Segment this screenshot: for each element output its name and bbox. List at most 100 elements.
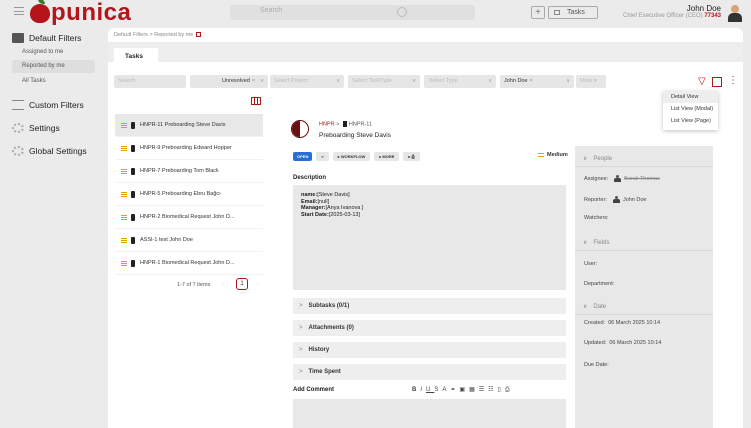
user-role: Chief Executive Officer (CEO) 77343 — [623, 13, 721, 19]
bullet-list-icon[interactable]: ☰ — [479, 387, 488, 393]
avatar[interactable] — [727, 5, 743, 22]
description-label: Description — [293, 175, 327, 181]
reporter-row: Reporter: John Doe — [584, 196, 647, 203]
date-header[interactable]: ∨ Date — [583, 303, 612, 310]
sidebar-item-all-tasks[interactable]: All Tasks — [0, 75, 95, 88]
tasks-button-label: Tasks — [567, 9, 585, 16]
reporter-value[interactable]: John Doe — [623, 197, 647, 203]
task-title[interactable]: Preboarding Steve Davis — [319, 132, 391, 139]
task-list-icon — [554, 10, 560, 15]
project-link[interactable]: HNPR — [319, 121, 335, 127]
table-icon[interactable]: ▦ — [469, 387, 479, 393]
list-item[interactable]: ASSI-1 test John Doe — [115, 229, 263, 252]
assignee-row: Assignee: Barak Thomas — [584, 175, 660, 182]
sidebar-item-assigned-to-me[interactable]: Assigned to me — [0, 46, 95, 59]
next-page-icon[interactable]: › — [257, 281, 259, 287]
top-bar: punica Search + Tasks John Doe Chief Exe… — [0, 0, 751, 26]
status-badge[interactable]: OPEN — [293, 152, 313, 161]
filter-edit-icon[interactable] — [196, 32, 202, 38]
view-toggle-icon[interactable] — [712, 77, 722, 87]
sidebar-settings[interactable]: Settings — [0, 120, 105, 136]
sidebar-item-label: Custom Filters — [29, 100, 84, 110]
sidebar-item-reported-by-me[interactable]: Reported by me — [12, 60, 95, 73]
tab-bar: Tasks — [108, 42, 743, 64]
menu-item-list-view-page[interactable]: List View (Page) — [663, 115, 718, 127]
workflow-button[interactable]: ▸ WORKFLOW — [332, 152, 371, 161]
task-search-input[interactable]: Search — [114, 75, 186, 88]
file-icon[interactable]: ▯ — [498, 387, 505, 393]
next-step-button[interactable]: > — [316, 152, 329, 161]
menu-item-detail-view[interactable]: Detail View — [663, 91, 718, 103]
sidebar-item-label: Global Settings — [29, 146, 87, 156]
global-search-input[interactable]: Search — [230, 5, 475, 20]
task-title: HNPR-5 Preboarding Ebru Bağcı — [140, 191, 221, 197]
task-title: HNPR-11 Preboarding Steve Davis — [140, 122, 226, 128]
search-icon[interactable] — [397, 7, 407, 17]
task-title: HNPR-7 Preboarding Tom Black — [140, 168, 219, 174]
due-date-row[interactable]: Due Date: — [584, 362, 609, 368]
logo-text: punica — [51, 0, 132, 26]
details-panel: ∨ People Assignee: Barak Thomas Reporter: J… — [575, 146, 713, 428]
sidebar-default-filters[interactable]: Default Filters — [0, 30, 105, 46]
more-button[interactable]: ▸ MORE — [374, 152, 400, 161]
menu-item-list-view-modal[interactable]: List View (Modal) — [663, 103, 718, 115]
task-title: ASSI-1 test John Doe — [140, 237, 193, 243]
medium-priority-icon — [121, 260, 127, 266]
device-icon — [131, 121, 135, 129]
custom-filter-icon — [12, 100, 24, 110]
status-filter[interactable]: Unresolved × ∨ — [190, 75, 268, 88]
prev-page-icon[interactable]: ‹ — [223, 281, 225, 287]
attachments-section[interactable]: > Attachments (0) — [293, 320, 566, 336]
tasks-button[interactable]: Tasks — [548, 6, 598, 19]
print-icon[interactable]: ⎙ — [505, 387, 514, 393]
task-key[interactable]: HNPR-11 — [349, 121, 372, 127]
type-filter[interactable]: Select Type ∨ — [424, 75, 496, 88]
add-button[interactable]: + — [531, 6, 545, 19]
breadcrumb-item[interactable]: Reported by me — [154, 32, 193, 38]
tasktype-filter[interactable]: Select TaskType ∨ — [348, 75, 420, 88]
list-item[interactable]: HNPR-7 Preboarding Tom Black — [115, 160, 263, 183]
numbered-list-icon[interactable]: ☷ — [488, 387, 497, 393]
page-number-button[interactable]: 1 — [236, 278, 248, 290]
watchers-row[interactable]: Watchers: — [584, 215, 609, 221]
medium-priority-icon — [538, 152, 544, 157]
user-icon — [612, 196, 620, 203]
description-line: Start Date:[2025-03-13] — [301, 211, 361, 218]
filter-icon — [12, 33, 24, 43]
user-info[interactable]: John Doe Chief Executive Officer (CEO) 7… — [623, 4, 721, 19]
more-options-icon[interactable]: ⋮ — [728, 76, 738, 86]
description-box: name:[Steve Davis] Email:[null] Manager:… — [293, 185, 566, 290]
list-item[interactable]: HNPR-1 Biomedical Request John D... — [115, 252, 263, 275]
list-item[interactable]: HNPR-5 Preboarding Ebru Bağcı — [115, 183, 263, 206]
history-section[interactable]: > History — [293, 342, 566, 358]
sidebar-global-settings[interactable]: Global Settings — [0, 143, 105, 159]
print-button[interactable]: ▸ ⎙ — [403, 152, 420, 161]
medium-priority-icon — [121, 191, 127, 197]
people-header[interactable]: ∨ People — [583, 155, 618, 162]
image-icon[interactable]: ▣ — [459, 387, 469, 393]
sidebar-custom-filters[interactable]: Custom Filters — [0, 97, 105, 113]
app-logo[interactable]: punica — [30, 0, 132, 26]
sidebar: Default Filters Assigned to me Reported … — [0, 26, 105, 426]
assignee-value[interactable]: Barak Thomas — [624, 176, 660, 182]
list-item[interactable]: HNPR-11 Preboarding Steve Davis — [115, 114, 263, 137]
more-filters-button[interactable]: More ▾ — [576, 75, 606, 88]
view-menu: Detail View List View (Modal) List View … — [663, 91, 718, 130]
comment-editor[interactable] — [293, 399, 566, 428]
table-view-icon[interactable] — [251, 97, 261, 105]
filter-icon[interactable]: ▽ — [698, 77, 706, 87]
breadcrumb-item[interactable]: Default Filters — [114, 32, 148, 38]
list-item[interactable]: HNPR-2 Biomedical Request John D... — [115, 206, 263, 229]
tab-tasks[interactable]: Tasks — [114, 48, 158, 64]
device-icon — [342, 121, 347, 127]
list-item[interactable]: HNPR-9 Preboarding Edward Hopper — [115, 137, 263, 160]
search-placeholder: Search — [260, 7, 283, 14]
time-spent-section[interactable]: > Time Spent — [293, 364, 566, 380]
reporter-filter[interactable]: John Doe × ∨ — [500, 75, 574, 88]
menu-icon[interactable] — [14, 7, 24, 15]
fields-header[interactable]: ∨ Fields — [583, 239, 615, 246]
task-list: HNPR-11 Preboarding Steve Davis HNPR-9 P… — [115, 114, 263, 275]
project-filter[interactable]: Select Project ∨ — [270, 75, 344, 88]
medium-priority-icon — [121, 168, 127, 174]
subtasks-section[interactable]: > Subtasks (0/1) — [293, 298, 566, 314]
